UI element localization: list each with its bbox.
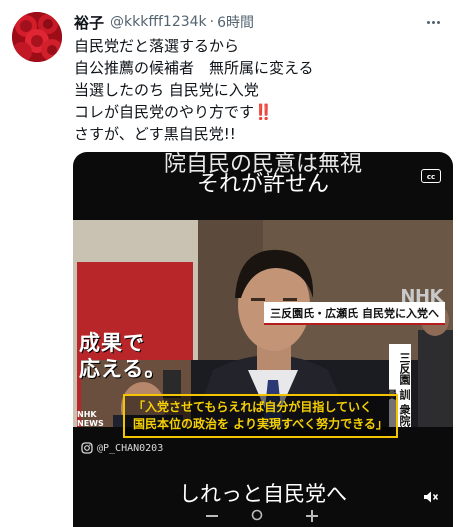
tweet-header: 裕子 @kkkfff1234k · 6時間 xyxy=(74,11,446,33)
video-caption-bottom: しれっと自民党へ xyxy=(179,482,347,506)
more-options-button[interactable] xyxy=(422,11,444,33)
double-exclamation-emoji: ‼️ xyxy=(254,103,273,121)
header-separator: · xyxy=(209,14,215,30)
user-handle[interactable]: @kkkfff1234k xyxy=(110,14,207,30)
news-headline: 三反園氏・広瀬氏 自民党に入党へ xyxy=(264,302,445,325)
nhk-news-line-2: NEWS xyxy=(77,419,104,428)
tweet-line-with-emoji: コレが自民党のやり方です‼️ xyxy=(74,101,444,123)
display-name[interactable]: 裕子 xyxy=(74,12,104,33)
instagram-watermark: @P_CHAN0203 xyxy=(81,442,163,454)
nhk-news-line-1: NHK xyxy=(77,410,97,419)
avatar-rose-image xyxy=(12,12,62,62)
tweet-text: 自民党だと落選するから 自公推薦の候補者 無所属に変える 当選したのち 自民党に… xyxy=(74,35,444,145)
player-control-hint xyxy=(305,508,319,527)
poster-line-2: 応える。 xyxy=(79,357,167,381)
avatar[interactable] xyxy=(12,12,62,62)
player-control-hint xyxy=(205,508,219,527)
watermark-text: @P_CHAN0203 xyxy=(97,442,164,454)
video-caption-top-2: それが許せん xyxy=(196,172,329,197)
minus-icon xyxy=(206,515,218,517)
search-icon xyxy=(251,509,263,521)
tweet-line: 自公推薦の候補者 無所属に変える xyxy=(74,59,314,77)
poster-text: 成果で 応える。 xyxy=(79,330,191,382)
more-icon xyxy=(426,20,440,24)
poster-line-1: 成果で xyxy=(79,331,145,355)
instagram-icon xyxy=(81,442,93,454)
tweet-timestamp[interactable]: 6時間 xyxy=(217,12,254,32)
subtitle-line-2: 国民本位の政治を より実現すべく努力できる」 xyxy=(133,417,388,431)
subtitle-line-1: 「入党させてもらえれば自分が目指していく xyxy=(133,400,373,414)
tweet-line: コレが自民党のやり方です xyxy=(74,103,255,121)
nhk-news-logo: NHK NEWS xyxy=(77,410,104,428)
video-subtitle: 「入党させてもらえれば自分が目指していく 国民本位の政治を より実現すべく努力で… xyxy=(123,394,398,438)
video-player[interactable]: 院自民の民意は無視 それが許せん cc NHK 三反園氏・広瀬氏 自民党に入党へ xyxy=(73,152,453,527)
tweet-line: 自民党だと落選するから xyxy=(74,37,240,55)
plus-icon xyxy=(306,510,318,522)
closed-captions-icon[interactable]: cc xyxy=(421,169,441,183)
player-control-hint xyxy=(251,508,265,527)
tweet-line: さすが、どす黒自民党!! xyxy=(74,125,236,143)
mute-icon[interactable] xyxy=(423,490,439,504)
tweet-line: 当選したのち 自民党に入党 xyxy=(74,81,259,99)
